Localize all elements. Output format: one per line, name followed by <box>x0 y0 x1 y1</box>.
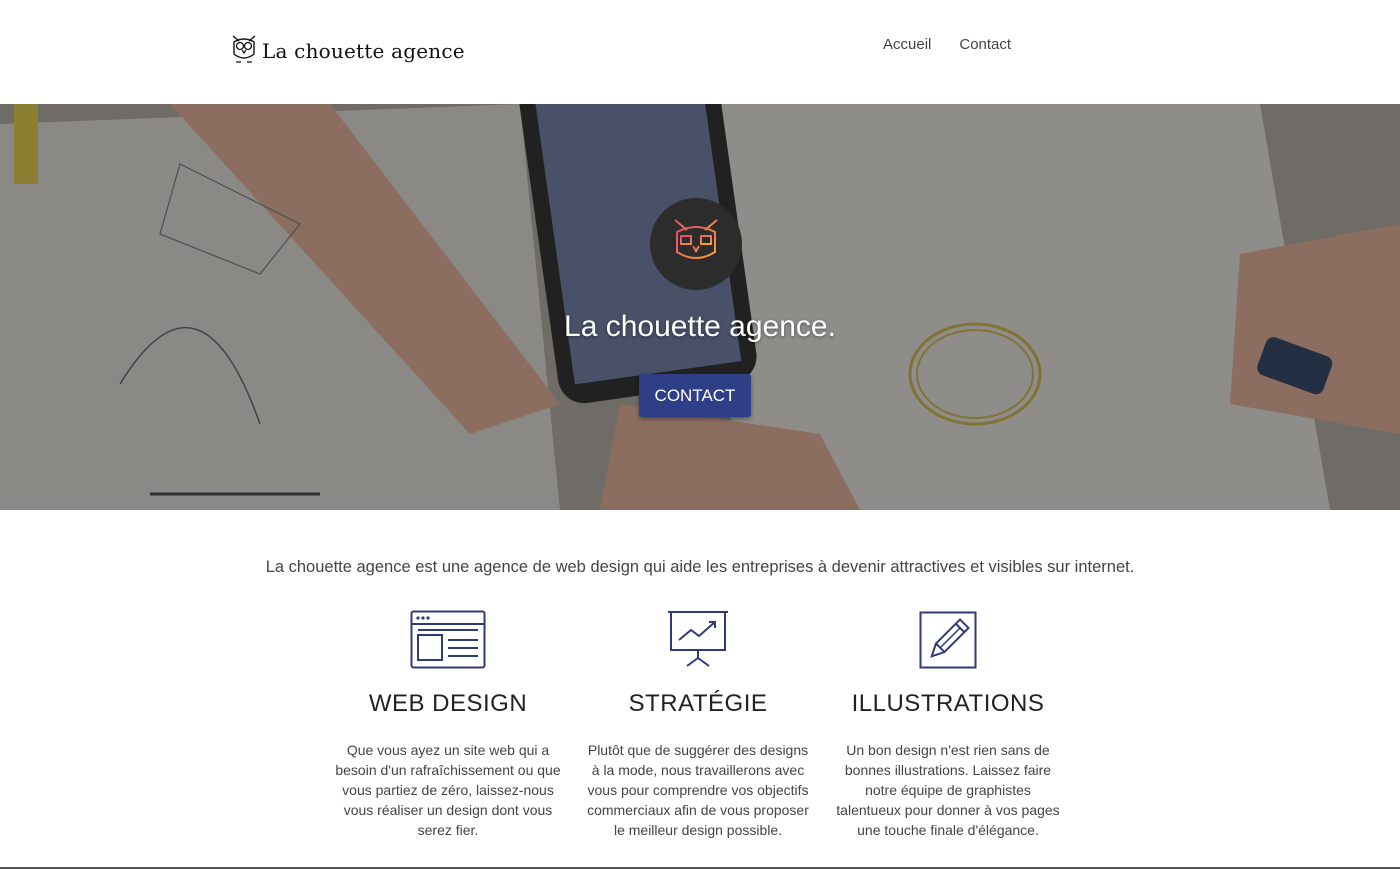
presentation-chart-icon <box>583 610 813 670</box>
owl-logo-icon <box>669 214 723 275</box>
intro-text: La chouette agence est une agence de web… <box>265 558 1135 576</box>
service-title: STRATÉGIE <box>628 690 768 717</box>
service-web-design: WEB DESIGN Que vous ayez un site web qui… <box>333 610 563 840</box>
nav-link-contact[interactable]: Contact <box>959 36 1011 53</box>
logo-text: La chouette agence <box>262 39 465 63</box>
service-title: WEB DESIGN <box>368 690 528 717</box>
service-illustrations: ILLUSTRATIONS Un bon design n'est rien s… <box>833 610 1063 840</box>
service-strategie: STRATÉGIE Plutôt que de suggérer des des… <box>583 610 813 840</box>
owl-logo-icon <box>230 32 258 71</box>
service-title: ILLUSTRATIONS <box>851 690 1045 717</box>
contact-button[interactable]: CONTACT <box>639 374 751 417</box>
service-description: Que vous ayez un site web qui a besoin d… <box>335 742 561 838</box>
hero-banner: La chouette agence. CONTACT <box>0 104 1400 510</box>
hero-title: La chouette agence. <box>564 310 836 343</box>
logo[interactable]: La chouette agence <box>230 34 465 68</box>
pencil-icon <box>833 610 1063 670</box>
owl-badge <box>650 198 742 290</box>
browser-window-icon <box>333 610 563 670</box>
service-description: Un bon design n'est rien sans de bonnes … <box>836 742 1060 838</box>
main-nav: Accueil Contact <box>883 36 1011 53</box>
service-description: Plutôt que de suggérer des designs à la … <box>587 742 809 838</box>
hero-overlay <box>0 104 1400 510</box>
nav-link-accueil[interactable]: Accueil <box>883 36 931 53</box>
site-header: La chouette agence Accueil Contact <box>0 0 1400 104</box>
